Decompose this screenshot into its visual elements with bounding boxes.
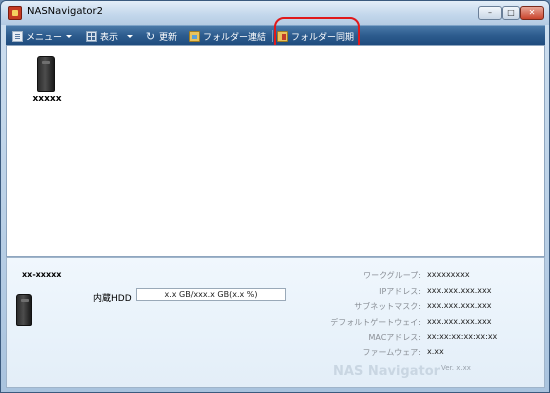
folder-link-icon — [189, 30, 200, 42]
view-button[interactable]: 表示 — [86, 29, 134, 43]
app-icon — [8, 6, 22, 20]
subnet-mask-label: サブネットマスク: — [354, 302, 421, 311]
folder-link-button[interactable]: フォルダー連結 — [189, 29, 266, 43]
ip-address-label: IPアドレス: — [379, 287, 421, 296]
nas-device-item[interactable]: xxxxx — [29, 56, 79, 108]
close-button[interactable]: ✕ — [520, 6, 544, 20]
app-window: NASNavigator2 – □ ✕ メニュー 表示 ↻ 更新 フォルダー連結… — [0, 0, 550, 393]
menu-icon — [12, 30, 23, 42]
firmware-value: x.xx — [427, 347, 444, 356]
nas-device-icon — [37, 56, 55, 92]
info-device-image — [16, 294, 40, 334]
device-list-area[interactable]: xxxxx — [6, 45, 545, 257]
refresh-icon: ↻ — [145, 29, 156, 43]
menu-label: メニュー — [26, 32, 63, 43]
hdd-usage-bar: x.x GB/xxx.x GB(x.x %) — [136, 288, 286, 301]
minimize-button[interactable]: – — [478, 6, 502, 20]
window-title: NASNavigator2 — [27, 6, 103, 17]
refresh-button[interactable]: ↻ 更新 — [145, 29, 177, 43]
workgroup-value: xxxxxxxxx — [427, 270, 470, 279]
maximize-button[interactable]: □ — [502, 6, 520, 20]
chevron-down-icon — [66, 34, 73, 38]
subnet-mask-value: xxx.xxx.xxx.xxx — [427, 301, 492, 310]
view-label: 表示 — [100, 32, 119, 43]
hdd-label: 内蔵HDD — [93, 294, 132, 304]
view-icon — [86, 30, 97, 42]
mac-address-value: xx:xx:xx:xx:xx:xx — [427, 332, 498, 341]
gateway-label: デフォルトゲートウェイ: — [330, 318, 421, 327]
info-device-name: xx-xxxxx — [22, 270, 62, 279]
refresh-label: 更新 — [159, 32, 178, 43]
folder-link-label: フォルダー連結 — [203, 32, 267, 43]
nas-device-name: xxxxx — [32, 94, 62, 104]
version-text: Ver. x.xx — [441, 364, 471, 372]
toolbar-separator — [272, 30, 273, 42]
brand-watermark: NAS Navigator — [333, 364, 441, 379]
gateway-value: xxx.xxx.xxx.xxx — [427, 317, 492, 326]
nas-device-icon — [16, 294, 32, 326]
chevron-down-icon — [127, 34, 134, 38]
firmware-label: ファームウェア: — [362, 348, 421, 357]
ip-address-value: xxx.xxx.xxx.xxx — [427, 286, 492, 295]
menu-button[interactable]: メニュー — [12, 29, 73, 43]
workgroup-label: ワークグループ: — [363, 271, 421, 280]
device-info-panel: xx-xxxxx 内蔵HDD x.x GB/xxx.x GB(x.x %) ワー… — [6, 257, 545, 388]
mac-address-label: MACアドレス: — [368, 333, 421, 342]
